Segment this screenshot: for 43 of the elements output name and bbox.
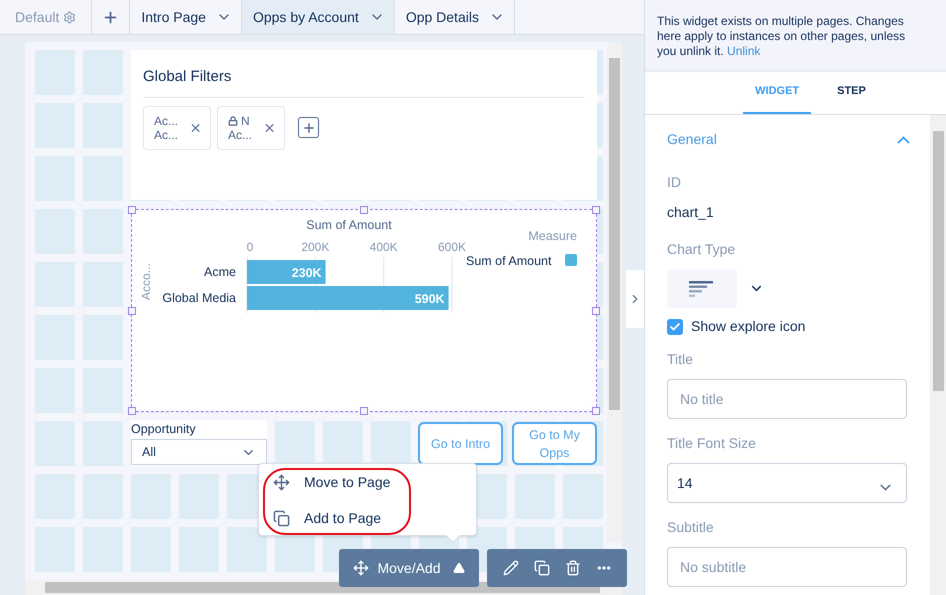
menu-item[interactable]: Add to Page — [273, 508, 476, 528]
list-selector-label: Opportunity — [131, 421, 197, 437]
menu-item[interactable]: Move to Page — [273, 472, 476, 492]
filter-widget[interactable]: Global Filters Ac... Ac... N Ac... — [131, 50, 597, 200]
field-label: Title — [667, 350, 694, 369]
filter-name: Ac... — [154, 114, 178, 128]
chart-widget[interactable]: Sum of Amount 0 200K 400K 600K Acco... Acme 230K Global Media 590K Measure Sum of Amount — [131, 209, 597, 412]
move-add-button[interactable]: Move/Add — [339, 549, 479, 587]
filter-pill[interactable]: Ac... Ac... — [143, 106, 211, 150]
data-label: 590K — [414, 292, 445, 306]
filter-name: N — [241, 114, 250, 128]
legend-title: Measure — [528, 229, 577, 243]
axis-tick-label: 200K — [301, 240, 330, 254]
filter-value: Ac... — [154, 128, 180, 142]
category-label: Acme — [204, 265, 236, 279]
axis-tick-label: 0 — [246, 240, 254, 254]
field-label: Subtitle — [667, 518, 715, 537]
axis-title: Acco... — [139, 263, 153, 300]
text-field[interactable]: No subtitle — [667, 547, 907, 587]
page-tab[interactable]: Opps by Account — [242, 0, 395, 34]
select-value: All — [142, 444, 156, 461]
widget-title: Global Filters — [143, 66, 585, 98]
category-label: Global Media — [162, 291, 236, 305]
field-label: Title Font Size — [667, 434, 757, 453]
field-label: Chart Type — [667, 240, 736, 259]
checkbox-label: Show explore icon — [691, 317, 806, 336]
select-value: 14 — [677, 474, 693, 492]
list-selector-widget[interactable]: Opportunity All — [131, 420, 267, 466]
data-label: 230K — [292, 266, 322, 280]
legend-label: Sum of Amount — [466, 254, 552, 268]
select-field[interactable]: All — [131, 439, 267, 465]
filter-pill[interactable]: N Ac... — [217, 106, 285, 150]
text-field[interactable]: No title — [667, 379, 907, 419]
axis-tick-label: 600K — [438, 240, 466, 254]
panel-tab[interactable]: STEP — [825, 71, 878, 114]
section-title: General — [667, 130, 717, 149]
filter-value: Ac... — [228, 128, 254, 142]
notice-text: This widget exists on multiple pages. Changes here apply to instances on other pages, unless you unlink it. Unlink — [657, 14, 906, 59]
field-label: ID — [667, 173, 682, 192]
field-value: chart_1 — [667, 203, 715, 222]
select-field[interactable]: 14 — [667, 463, 907, 503]
axis-tick-label: 400K — [370, 240, 398, 254]
axis-title: Sum of Amount — [306, 218, 392, 232]
